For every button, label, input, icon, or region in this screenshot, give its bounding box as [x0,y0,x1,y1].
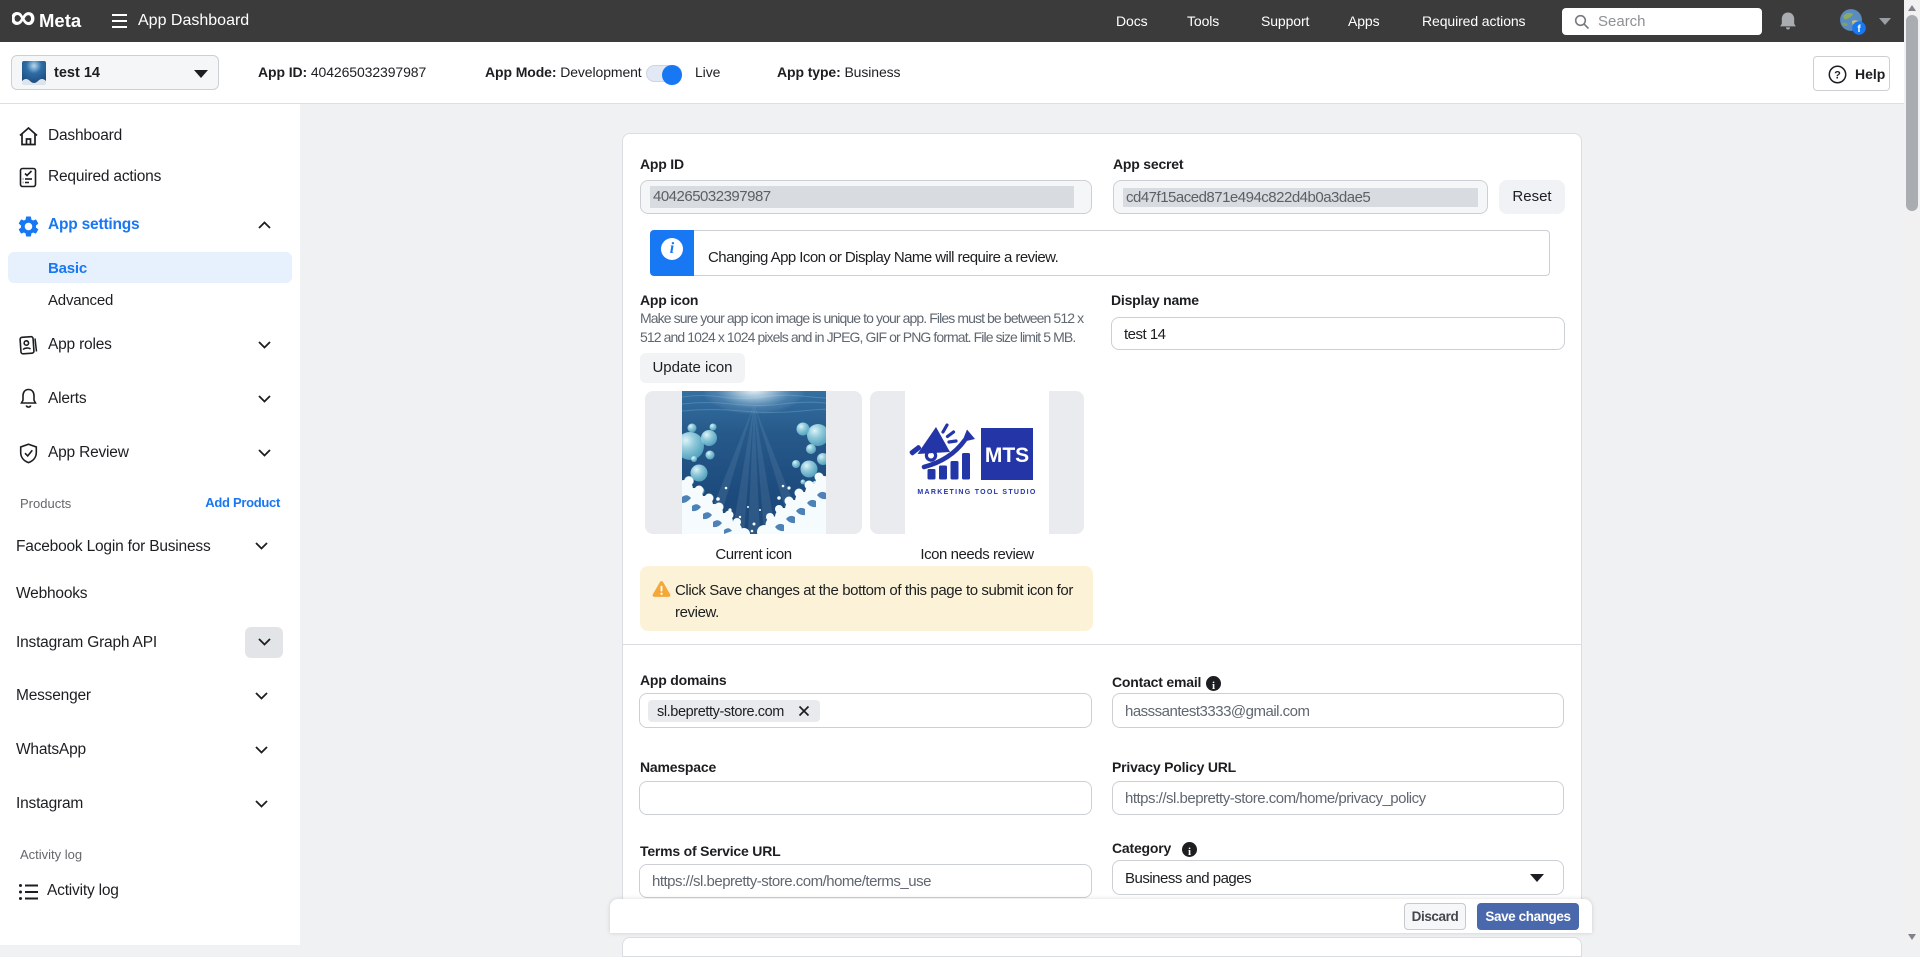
svg-text:MTS: MTS [985,444,1029,467]
svg-text:∞: ∞ [12,9,36,33]
svg-text:Meta: Meta [39,10,82,31]
svg-text:MARKETING TOOL STUDIO: MARKETING TOOL STUDIO [917,489,1036,496]
svg-text:?: ? [1834,70,1841,82]
